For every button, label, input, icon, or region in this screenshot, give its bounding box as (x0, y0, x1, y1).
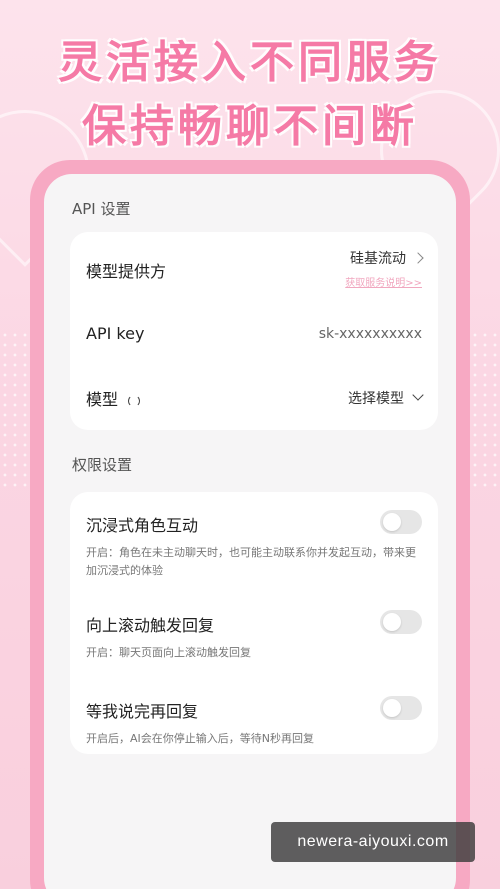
watermark: newera-aiyouxi.com (271, 822, 475, 862)
provider-service-link[interactable]: 获取服务说明>> (345, 274, 422, 289)
refresh-icon[interactable] (128, 394, 141, 407)
permission-item-label: 沉浸式角色互动 (86, 516, 199, 535)
api-key-value[interactable]: sk-xxxxxxxxxx (319, 326, 422, 342)
chevron-down-icon (412, 389, 424, 401)
permission-item-scroll-reply: 向上滚动触发回复 开启：聊天页面向上滚动触发回复 (70, 592, 438, 662)
provider-value-wrap[interactable]: 硅基流动 (350, 248, 424, 268)
api-settings-card: 模型提供方 硅基流动 获取服务说明>> API key sk-xxxxxxxxx… (70, 232, 438, 430)
permission-settings-title: 权限设置 (72, 456, 133, 474)
permission-item-immersive: 沉浸式角色互动 开启：角色在未主动聊天时，也可能主动联系你并发起互动，带来更加沉… (70, 492, 438, 582)
scroll-reply-toggle[interactable] (380, 610, 422, 634)
permission-settings-card: 沉浸式角色互动 开启：角色在未主动聊天时，也可能主动联系你并发起互动，带来更加沉… (70, 492, 438, 754)
permission-item-description: 开启后，AI会在你停止输入后，等待N秒再回复 (86, 732, 314, 745)
permission-item-description: 开启：角色在未主动聊天时，也可能主动联系你并发起互动，带来更加沉浸式的体验 (86, 546, 416, 577)
permission-item-label: 等我说完再回复 (86, 702, 199, 721)
background-dots-decoration (0, 330, 30, 490)
settings-screen: API 设置 模型提供方 硅基流动 获取服务说明>> API key sk-xx… (44, 174, 456, 889)
headline-line-2: 保持畅聊不间断 (82, 101, 418, 152)
immersive-interaction-toggle[interactable] (380, 510, 422, 534)
permission-item-wait-reply: 等我说完再回复 开启后，AI会在你停止输入后，等待N秒再回复 (70, 678, 438, 748)
phone-frame: API 设置 模型提供方 硅基流动 获取服务说明>> API key sk-xx… (30, 160, 470, 889)
chevron-right-icon (412, 252, 424, 264)
background-dots-decoration (470, 330, 500, 490)
provider-label: 模型提供方 (86, 262, 167, 281)
model-select-value: 选择模型 (348, 391, 404, 407)
model-label-wrap: 模型 (86, 386, 141, 410)
model-select[interactable]: 选择模型 (348, 388, 424, 408)
permission-item-label: 向上滚动触发回复 (86, 616, 215, 635)
api-settings-title: API 设置 (72, 200, 131, 218)
provider-value: 硅基流动 (350, 251, 406, 267)
permission-item-description: 开启：聊天页面向上滚动触发回复 (86, 646, 251, 659)
api-key-label: API key (86, 324, 145, 343)
provider-row[interactable]: 模型提供方 硅基流动 获取服务说明>> (70, 232, 438, 304)
model-label: 模型 (86, 390, 119, 409)
api-key-row[interactable]: API key sk-xxxxxxxxxx (70, 304, 438, 364)
model-row[interactable]: 模型 选择模型 (70, 366, 438, 426)
headline-line-1: 灵活接入不同服务 (58, 37, 442, 88)
wait-reply-toggle[interactable] (380, 696, 422, 720)
